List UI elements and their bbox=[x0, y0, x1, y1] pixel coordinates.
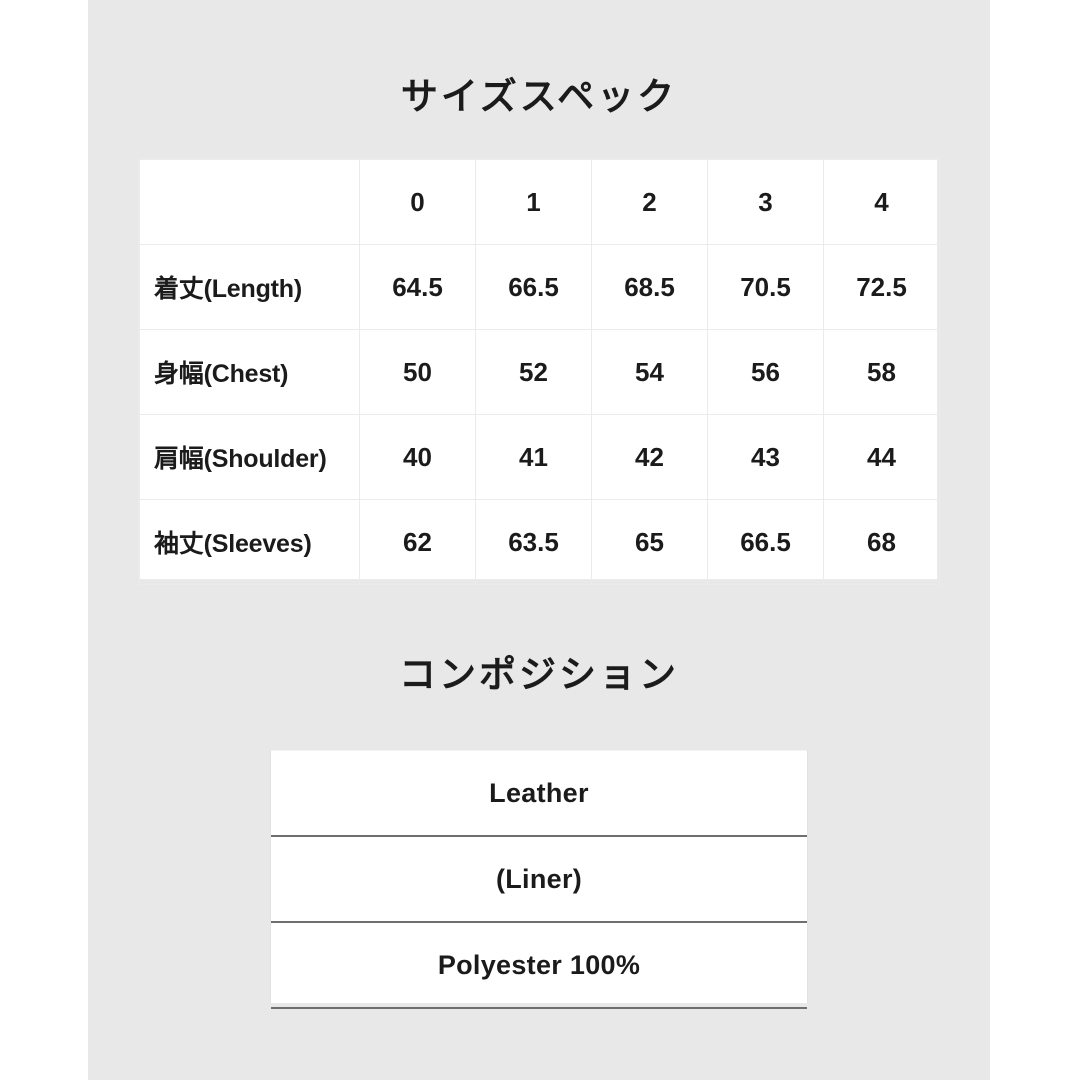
cell-length-2: 68.5 bbox=[591, 244, 708, 330]
composition-row-liner: (Liner) bbox=[271, 835, 807, 923]
cell-shoulder-2: 42 bbox=[591, 414, 708, 500]
row-label-chest: 身幅(Chest) bbox=[139, 329, 360, 415]
cell-sleeves-1: 63.5 bbox=[475, 499, 592, 585]
size-spec-table-container: 0 1 2 3 4 着丈(Length) 64.5 66.5 68.5 70.5… bbox=[138, 158, 940, 585]
header-size-3: 3 bbox=[707, 159, 824, 245]
cell-chest-0: 50 bbox=[359, 329, 476, 415]
cell-length-0: 64.5 bbox=[359, 244, 476, 330]
header-corner-cell bbox=[139, 159, 360, 245]
cell-chest-1: 52 bbox=[475, 329, 592, 415]
cell-sleeves-2: 65 bbox=[591, 499, 708, 585]
list-item: Polyester 100% bbox=[271, 921, 807, 1009]
size-spec-title: サイズスペック bbox=[400, 76, 678, 117]
size-spec-table: 0 1 2 3 4 着丈(Length) 64.5 66.5 68.5 70.5… bbox=[139, 159, 940, 585]
cell-sleeves-0: 62 bbox=[359, 499, 476, 585]
cell-length-1: 66.5 bbox=[475, 244, 592, 330]
cell-chest-2: 54 bbox=[591, 329, 708, 415]
cell-sleeves-3: 66.5 bbox=[707, 499, 824, 585]
header-size-0: 0 bbox=[359, 159, 476, 245]
composition-table: Leather (Liner) Polyester 100% bbox=[271, 750, 807, 1009]
cell-length-3: 70.5 bbox=[707, 244, 824, 330]
header-size-2: 2 bbox=[591, 159, 708, 245]
list-item: (Liner) bbox=[271, 835, 807, 923]
cell-shoulder-3: 43 bbox=[707, 414, 824, 500]
table-row: 肩幅(Shoulder) 40 41 42 43 44 bbox=[139, 414, 940, 500]
cell-chest-3: 56 bbox=[707, 329, 824, 415]
cell-sleeves-4: 68 bbox=[823, 499, 940, 585]
table-header-row: 0 1 2 3 4 bbox=[139, 159, 940, 245]
cell-shoulder-0: 40 bbox=[359, 414, 476, 500]
header-size-1: 1 bbox=[475, 159, 592, 245]
table-row: 身幅(Chest) 50 52 54 56 58 bbox=[139, 329, 940, 415]
header-size-4: 4 bbox=[823, 159, 940, 245]
row-label-shoulder: 肩幅(Shoulder) bbox=[139, 414, 360, 500]
page-canvas: サイズスペック 0 1 2 3 4 着丈(Length) 64.5 66.5 6… bbox=[0, 0, 1080, 1080]
row-label-length: 着丈(Length) bbox=[139, 244, 360, 330]
row-label-sleeves: 袖丈(Sleeves) bbox=[139, 499, 360, 585]
table-row: 袖丈(Sleeves) 62 63.5 65 66.5 68 bbox=[139, 499, 940, 585]
cell-shoulder-4: 44 bbox=[823, 414, 940, 500]
composition-table-container: Leather (Liner) Polyester 100% bbox=[270, 750, 808, 1009]
composition-row-polyester: Polyester 100% bbox=[271, 921, 807, 1009]
table-row: 着丈(Length) 64.5 66.5 68.5 70.5 72.5 bbox=[139, 244, 940, 330]
list-item: Leather bbox=[271, 750, 807, 837]
cell-chest-4: 58 bbox=[823, 329, 940, 415]
cell-shoulder-1: 41 bbox=[475, 414, 592, 500]
composition-row-leather: Leather bbox=[271, 750, 807, 837]
composition-title: コンポジション bbox=[399, 654, 679, 695]
cell-length-4: 72.5 bbox=[823, 244, 940, 330]
